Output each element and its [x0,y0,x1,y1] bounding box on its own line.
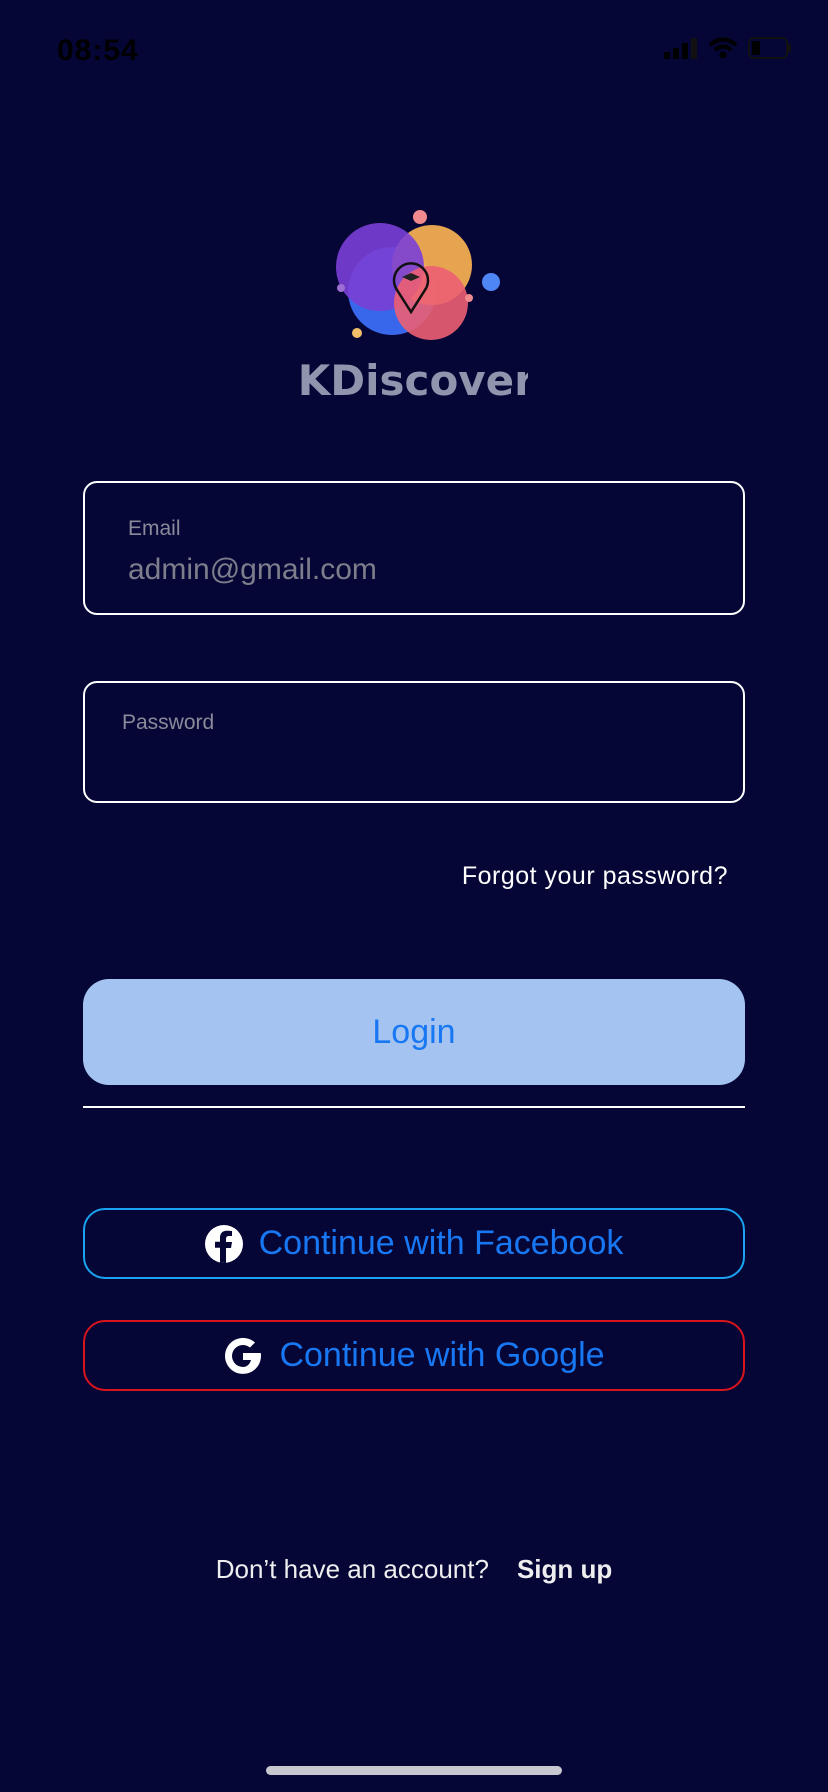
battery-icon [748,37,791,59]
login-button[interactable]: Login [83,979,745,1085]
email-field[interactable]: Email admin@gmail.com [83,481,745,615]
email-label: Email [128,517,181,540]
signup-link[interactable]: Sign up [517,1554,612,1585]
logo-graphic: BKDiscovery [266,210,562,405]
status-time: 08:54 [57,34,139,67]
google-icon [225,1337,262,1374]
email-value[interactable]: admin@gmail.com [128,553,377,587]
password-label: Password [122,711,215,734]
app-logo: BKDiscovery [266,205,562,415]
signup-row: Don’t have an account? Sign up [0,1554,828,1585]
forgot-password-link[interactable]: Forgot your password? [462,862,728,891]
google-label: Continue with Google [279,1336,605,1374]
password-field[interactable]: Password [83,681,745,803]
signup-prompt: Don’t have an account? [215,1554,489,1584]
wifi-icon [708,37,738,59]
logo-text: BKDiscovery [300,356,528,405]
divider [83,1106,745,1108]
signal-icon [664,38,697,59]
status-icons [664,36,792,60]
home-indicator[interactable] [266,1766,562,1775]
facebook-login-button[interactable]: Continue with Facebook [83,1208,745,1279]
google-login-button[interactable]: Continue with Google [83,1320,745,1391]
facebook-label: Continue with Facebook [258,1224,624,1262]
facebook-icon [204,1224,243,1263]
